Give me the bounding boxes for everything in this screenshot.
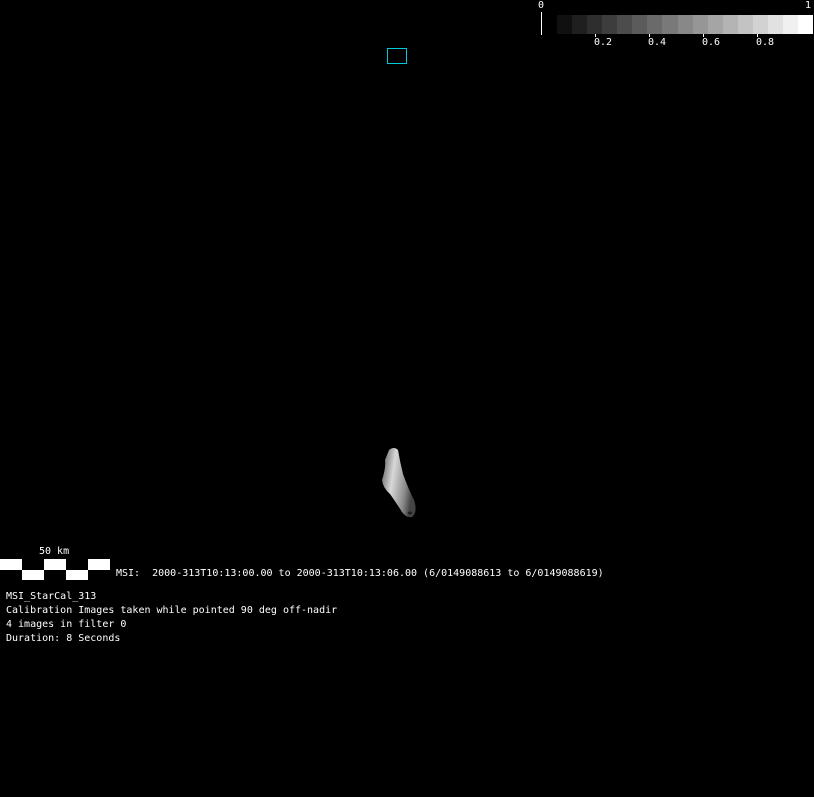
scale-bar-cell: [88, 569, 110, 580]
colorbar-max-label: 1: [805, 0, 812, 11]
scale-bar-cell: [0, 569, 22, 580]
scale-bar-cell: [44, 569, 66, 580]
scale-bar-cell: [44, 559, 66, 570]
colorbar-tick-label: 0.6: [702, 37, 721, 48]
colorbar-step: [572, 15, 588, 34]
target-marker-box: [387, 48, 407, 64]
scale-bar-label: 50 km: [39, 546, 70, 557]
colorbar-tick-label: 0.2: [594, 37, 613, 48]
scale-bar-cell: [0, 559, 22, 570]
colorbar-step: [617, 15, 633, 34]
colorbar-step: [737, 15, 753, 34]
scale-bar-cell: [22, 569, 44, 580]
colorbar-gradient: [557, 15, 814, 34]
observation-description: Calibration Images taken while pointed 9…: [6, 605, 338, 616]
msi-time-range: MSI: 2000-313T10:13:00.00 to 2000-313T10…: [116, 568, 604, 579]
duration: Duration: 8 Seconds: [6, 633, 121, 644]
colorbar-tick-label: 0.8: [756, 37, 775, 48]
scale-bar-cell: [66, 559, 88, 570]
colorbar-step: [782, 15, 798, 34]
colorbar-step: [692, 15, 708, 34]
colorbar-step: [707, 15, 723, 34]
scale-bar-cell: [66, 569, 88, 580]
colorbar-tick-label: 0.4: [648, 37, 667, 48]
colorbar-step: [602, 15, 618, 34]
colorbar-axis-line: [541, 12, 542, 35]
colorbar-step: [767, 15, 783, 34]
colorbar-step: [677, 15, 693, 34]
asteroid-image: [382, 448, 416, 518]
image-count: 4 images in filter 0: [6, 619, 127, 630]
scale-bar-cell: [22, 559, 44, 570]
colorbar-step: [798, 15, 814, 34]
observation-title: MSI_StarCal_313: [6, 591, 97, 602]
colorbar-step: [722, 15, 738, 34]
colorbar-step: [632, 15, 648, 34]
colorbar-step: [557, 15, 573, 34]
colorbar-step: [752, 15, 768, 34]
scale-bar-cell: [88, 559, 110, 570]
colorbar-step: [587, 15, 603, 34]
colorbar-step: [647, 15, 663, 34]
colorbar-step: [662, 15, 678, 34]
colorbar-min-label: 0: [538, 0, 545, 11]
